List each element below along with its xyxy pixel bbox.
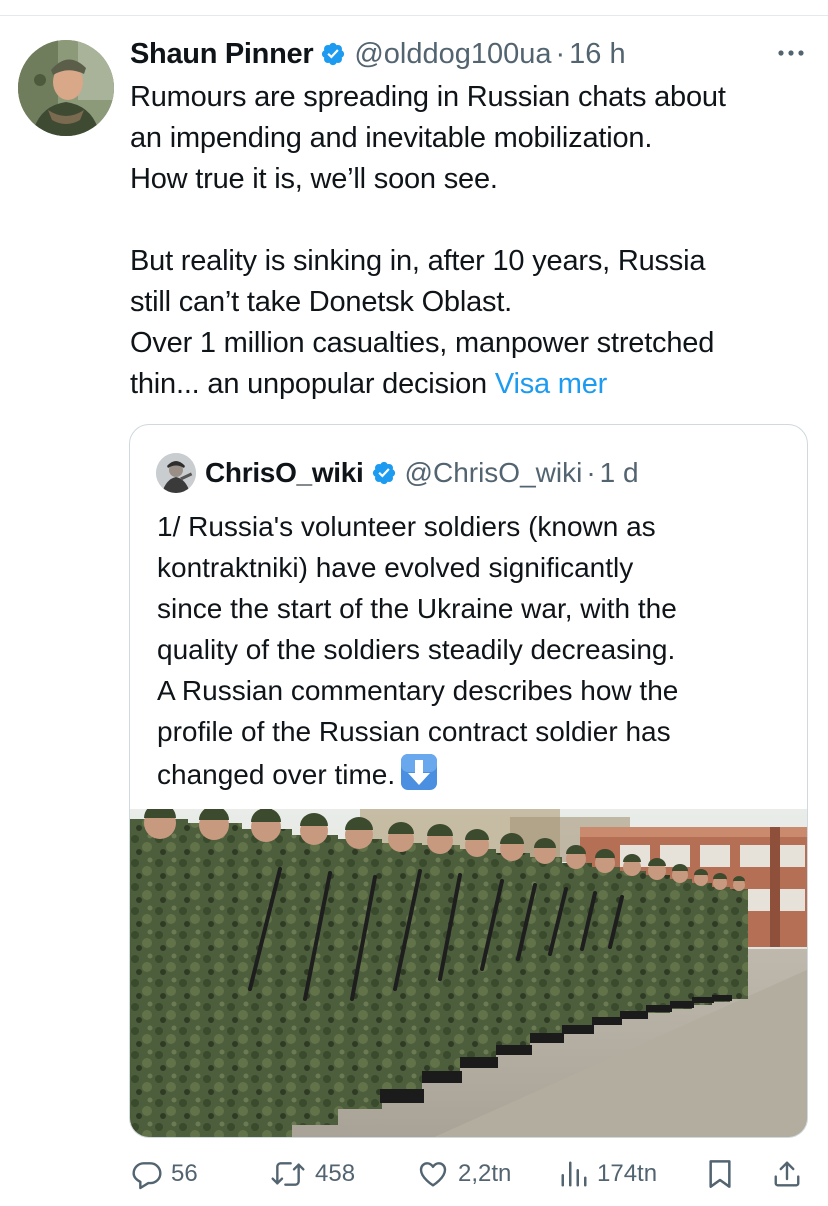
quote-author-handle[interactable]: @ChrisO_wiki	[405, 457, 583, 489]
bookmark-button[interactable]	[706, 1152, 734, 1196]
view-count: 174tn	[597, 1160, 658, 1187]
quoted-tweet-card[interactable]: ChrisO_wiki @ChrisO_wiki · 1 d 1/ Russia…	[129, 424, 808, 1138]
author-handle[interactable]: @olddog100ua	[354, 38, 551, 71]
tweet-text-line: thin... an unpopular decision	[130, 368, 487, 400]
tweet-text: Rumours are spreading in Russian chats a…	[130, 77, 810, 405]
quote-text-line: A Russian commentary describes how the	[157, 675, 679, 706]
quote-text-line: changed over time.	[157, 759, 396, 790]
soldiers-photo[interactable]	[130, 809, 808, 1138]
repost-button[interactable]: 458	[269, 1152, 355, 1196]
quote-text-line: 1/ Russia's volunteer soldiers (known as	[157, 511, 656, 542]
more-horizontal-icon[interactable]	[776, 48, 806, 58]
tweet-header: Shaun Pinner @olddog100ua · 16 h	[130, 34, 626, 74]
quote-author-name[interactable]: ChrisO_wiki	[205, 457, 364, 489]
quote-text-line-last: changed over time.	[157, 752, 797, 795]
tweet-text-line: still can’t take Donetsk Oblast.	[130, 286, 513, 318]
reply-count: 56	[171, 1160, 198, 1187]
reply-button[interactable]: 56	[131, 1152, 198, 1196]
author-name[interactable]: Shaun Pinner	[130, 38, 314, 71]
top-divider	[0, 15, 828, 16]
quote-text-line: profile of the Russian contract soldier …	[157, 716, 671, 747]
quote-text-line: quality of the soldiers steadily decreas…	[157, 634, 676, 665]
show-more-link[interactable]: Visa mer	[495, 368, 607, 400]
separator-dot: ·	[586, 457, 596, 488]
repost-icon	[271, 1162, 305, 1186]
share-icon	[774, 1161, 800, 1187]
tweet-text-line: But reality is sinking in, after 10 year…	[130, 245, 706, 277]
quote-text-line: kontraktniki) have evolved significantly	[157, 552, 634, 583]
reply-icon	[132, 1162, 162, 1190]
like-count: 2,2tn	[458, 1160, 512, 1187]
tweet-text-line: How true it is, we’ll soon see.	[130, 163, 498, 195]
tweet-text-line: Over 1 million casualties, manpower stre…	[130, 327, 715, 359]
like-button[interactable]: 2,2tn	[416, 1152, 511, 1196]
down-arrow-emoji-icon	[401, 754, 438, 790]
share-button[interactable]	[772, 1152, 802, 1196]
verified-badge-icon	[372, 461, 395, 485]
analytics-icon	[561, 1161, 587, 1187]
quote-time[interactable]: 1 d	[600, 457, 639, 489]
tweet-text-line-last: thin... an unpopular decision Visa mer	[130, 364, 810, 405]
heart-icon	[419, 1162, 447, 1187]
tweet-action-bar: 56 458 2,2tn 174tn	[129, 1152, 809, 1196]
quote-text: 1/ Russia's volunteer soldiers (known as…	[157, 506, 797, 795]
separator-dot: ·	[555, 37, 566, 70]
bookmark-icon	[709, 1160, 731, 1188]
repost-count: 458	[315, 1160, 356, 1187]
quote-author-avatar[interactable]	[156, 453, 196, 493]
quote-header: ChrisO_wiki @ChrisO_wiki · 1 d	[156, 453, 639, 493]
tweet-text-line: an impending and inevitable mobilization…	[130, 122, 653, 154]
author-avatar[interactable]	[18, 40, 114, 136]
verified-badge-icon	[322, 42, 345, 66]
quote-text-line: since the start of the Ukraine war, with…	[157, 593, 677, 624]
views-button[interactable]: 174tn	[559, 1152, 657, 1196]
tweet-time[interactable]: 16 h	[569, 38, 625, 71]
tweet-text-line: Rumours are spreading in Russian chats a…	[130, 81, 726, 113]
